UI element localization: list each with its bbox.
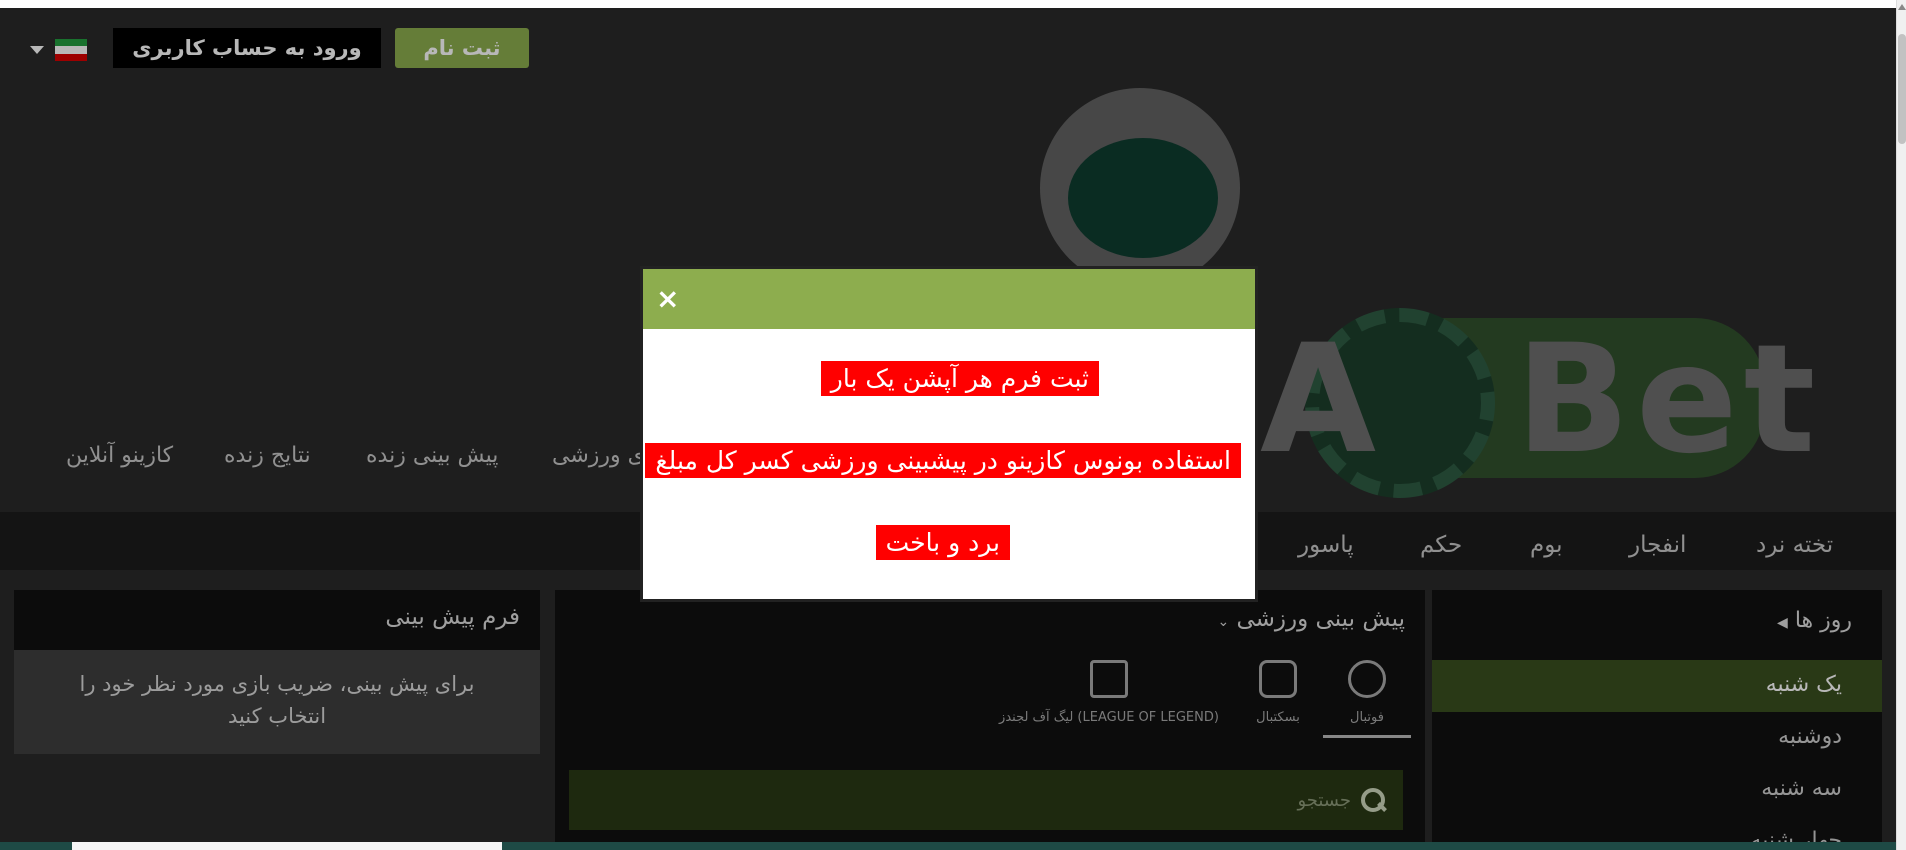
- modal-line-1: ثبت فرم هر آپشن یک بار: [820, 361, 1099, 396]
- horizontal-scrollbar[interactable]: [0, 842, 1896, 850]
- scrollbar-thumb[interactable]: [72, 842, 502, 850]
- vertical-scrollbar[interactable]: [1896, 0, 1906, 850]
- close-icon[interactable]: ×: [656, 285, 679, 313]
- page-viewport: ثبت نام ورود به حساب کاربری AOBet کازینو…: [0, 8, 1896, 850]
- modal-header: ×: [643, 269, 1255, 329]
- modal-line-2: استفاده بونوس کازینو در پیشبینی ورزشی کس…: [645, 443, 1241, 478]
- notice-modal: × ثبت فرم هر آپشن یک بار استفاده بونوس ک…: [640, 266, 1258, 602]
- scrollbar-thumb[interactable]: [1898, 34, 1906, 144]
- scroll-up-icon[interactable]: [1898, 4, 1906, 10]
- modal-line-3: برد و باخت: [875, 525, 1010, 560]
